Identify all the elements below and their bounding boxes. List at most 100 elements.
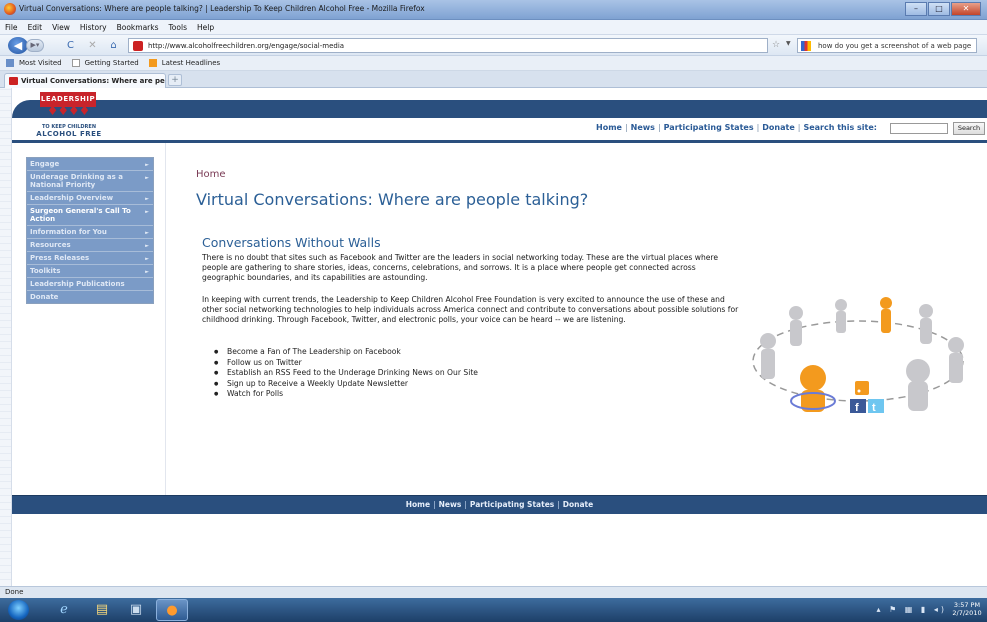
sidebar-item-label: Leadership Publications	[30, 280, 125, 288]
bookmark-getting-started[interactable]: Getting Started	[81, 56, 143, 67]
window-title-bar: Virtual Conversations: Where are people …	[0, 0, 987, 20]
topnav-donate[interactable]: Donate	[762, 123, 794, 132]
footer-participating-states[interactable]: Participating States	[470, 500, 554, 509]
url-bar[interactable]: http://www.alcoholfreechildren.org/engag…	[128, 38, 768, 53]
footer-navigation: Home | News | Participating States | Donate	[12, 500, 987, 509]
breadcrumb[interactable]: Home	[196, 169, 226, 180]
footer-news[interactable]: News	[439, 500, 462, 509]
arrow-right-icon: ►	[145, 256, 149, 262]
sidebar-item-underage-drinking[interactable]: Underage Drinking as a National Priority…	[27, 171, 153, 192]
bookmark-star-icon[interactable]: ☆	[772, 40, 780, 50]
window-title: Virtual Conversations: Where are people …	[19, 4, 425, 13]
reload-icon[interactable]: C	[64, 39, 77, 52]
new-tab-button[interactable]: +	[168, 74, 182, 86]
url-dropdown-icon[interactable]: ▼	[786, 40, 791, 47]
sidebar-item-label: Resources	[30, 241, 71, 249]
sidebar-item-donate[interactable]: Donate	[27, 291, 153, 303]
firefox-taskbar-button[interactable]: ●	[156, 599, 188, 621]
clock-date: 2/7/2010	[952, 609, 982, 617]
menu-bookmarks[interactable]: Bookmarks	[112, 20, 164, 32]
rss-feed-icon	[855, 381, 869, 395]
separator: |	[557, 500, 560, 509]
search-site-label: Search this site:	[803, 123, 877, 132]
site-footer: Home | News | Participating States | Donate	[12, 495, 987, 514]
menu-tools[interactable]: Tools	[164, 20, 192, 32]
twitter-icon	[868, 399, 884, 413]
bookmark-latest-headlines[interactable]: Latest Headlines	[158, 56, 224, 67]
footer-home[interactable]: Home	[406, 500, 430, 509]
home-icon[interactable]: ⌂	[107, 39, 120, 52]
sidebar-item-engage[interactable]: Engage ►	[27, 158, 153, 171]
search-input[interactable]: how do you get a screenshot of a web pag…	[797, 38, 977, 53]
topnav-news[interactable]: News	[631, 123, 655, 132]
maximize-button[interactable]: □	[928, 2, 950, 16]
list-item-polls[interactable]: Watch for Polls	[214, 389, 478, 400]
topnav-home[interactable]: Home	[596, 123, 622, 132]
google-search-engine-icon[interactable]	[801, 41, 811, 51]
site-logo[interactable]: LEADERSHIP ♦♦♦♦ TO KEEP CHILDREN ALCOHOL…	[32, 92, 108, 142]
menu-view[interactable]: View	[47, 20, 75, 32]
media-player-icon[interactable]: ▣	[120, 599, 152, 621]
separator: |	[464, 500, 467, 509]
sidebar-divider	[165, 143, 166, 495]
internet-explorer-icon[interactable]: ℯ	[48, 599, 80, 621]
topnav-participating-states[interactable]: Participating States	[664, 123, 754, 132]
menu-history[interactable]: History	[75, 20, 112, 32]
sidebar-item-information-for-you[interactable]: Information for You ►	[27, 226, 153, 239]
arrow-right-icon: ►	[145, 196, 149, 202]
sidebar-item-label: Leadership Overview	[30, 194, 114, 202]
bookmark-most-visited[interactable]: Most Visited	[15, 56, 66, 67]
site-search-button[interactable]: Search	[953, 122, 985, 135]
social-network-illustration: f t	[752, 297, 964, 413]
svg-text:t: t	[872, 402, 876, 413]
bookmarks-toolbar: Most Visited Getting Started Latest Head…	[0, 56, 987, 71]
site-favicon-icon	[133, 41, 143, 51]
sidebar-item-leadership-publications[interactable]: Leadership Publications	[27, 278, 153, 291]
list-item-facebook[interactable]: Become a Fan of The Leadership on Facebo…	[214, 347, 478, 358]
list-item-newsletter[interactable]: Sign up to Receive a Weekly Update Newsl…	[214, 379, 478, 390]
header-band	[12, 100, 987, 118]
back-button[interactable]: ◀	[8, 37, 28, 54]
section-title: Conversations Without Walls	[202, 235, 381, 250]
start-button[interactable]	[8, 600, 29, 620]
search-input-value: how do you get a screenshot of a web pag…	[818, 42, 972, 50]
sidebar-item-label: Surgeon General's Call To Action	[30, 207, 131, 223]
stop-icon[interactable]: ✕	[86, 39, 99, 52]
list-item-twitter[interactable]: Follow us on Twitter	[214, 358, 478, 369]
folder-icon[interactable]: ▤	[86, 599, 118, 621]
list-item-rss[interactable]: Establish an RSS Feed to the Underage Dr…	[214, 368, 478, 379]
system-tray-icons[interactable]: ▴ ⚑ ▦ ▮ ◂)	[877, 605, 947, 614]
sidebar-item-leadership-overview[interactable]: Leadership Overview ►	[27, 192, 153, 205]
menu-help[interactable]: Help	[192, 20, 219, 32]
tab-favicon-icon	[9, 77, 18, 85]
close-button[interactable]: ✕	[951, 2, 981, 16]
svg-text:f: f	[855, 402, 859, 413]
tab-virtual-conversations[interactable]: Virtual Conversations: Where are peo...	[4, 73, 166, 88]
sidebar-item-label: Donate	[30, 293, 59, 301]
sidebar-item-press-releases[interactable]: Press Releases ►	[27, 252, 153, 265]
arrow-right-icon: ►	[145, 175, 149, 181]
forward-button[interactable]: ▶▾	[26, 39, 44, 52]
menu-file[interactable]: File	[0, 20, 23, 32]
clock[interactable]: 3:57 PM 2/7/2010	[949, 601, 985, 617]
announcement-paragraph: In keeping with current trends, the Lead…	[202, 295, 739, 324]
arrow-right-icon: ►	[145, 209, 149, 215]
sidebar-item-label: Toolkits	[30, 267, 61, 275]
menu-edit[interactable]: Edit	[23, 20, 48, 32]
arrow-right-icon: ►	[145, 230, 149, 236]
sidebar-item-toolkits[interactable]: Toolkits ►	[27, 265, 153, 278]
site-search-input[interactable]	[890, 123, 948, 134]
page-icon	[71, 59, 80, 67]
web-page: LEADERSHIP ♦♦♦♦ TO KEEP CHILDREN ALCOHOL…	[12, 88, 987, 586]
intro-paragraph: There is no doubt that sites such as Fac…	[202, 253, 719, 282]
minimize-button[interactable]: –	[905, 2, 927, 16]
firefox-icon	[4, 3, 16, 15]
action-list: Become a Fan of The Leadership on Facebo…	[214, 347, 478, 400]
site-header: LEADERSHIP ♦♦♦♦ TO KEEP CHILDREN ALCOHOL…	[12, 88, 987, 143]
separator: |	[657, 123, 661, 132]
footer-donate[interactable]: Donate	[563, 500, 593, 509]
status-bar: Done	[0, 586, 987, 598]
sidebar-item-label: Press Releases	[30, 254, 90, 262]
sidebar-item-resources[interactable]: Resources ►	[27, 239, 153, 252]
sidebar-item-surgeon-general[interactable]: Surgeon General's Call To Action ►	[27, 205, 153, 226]
